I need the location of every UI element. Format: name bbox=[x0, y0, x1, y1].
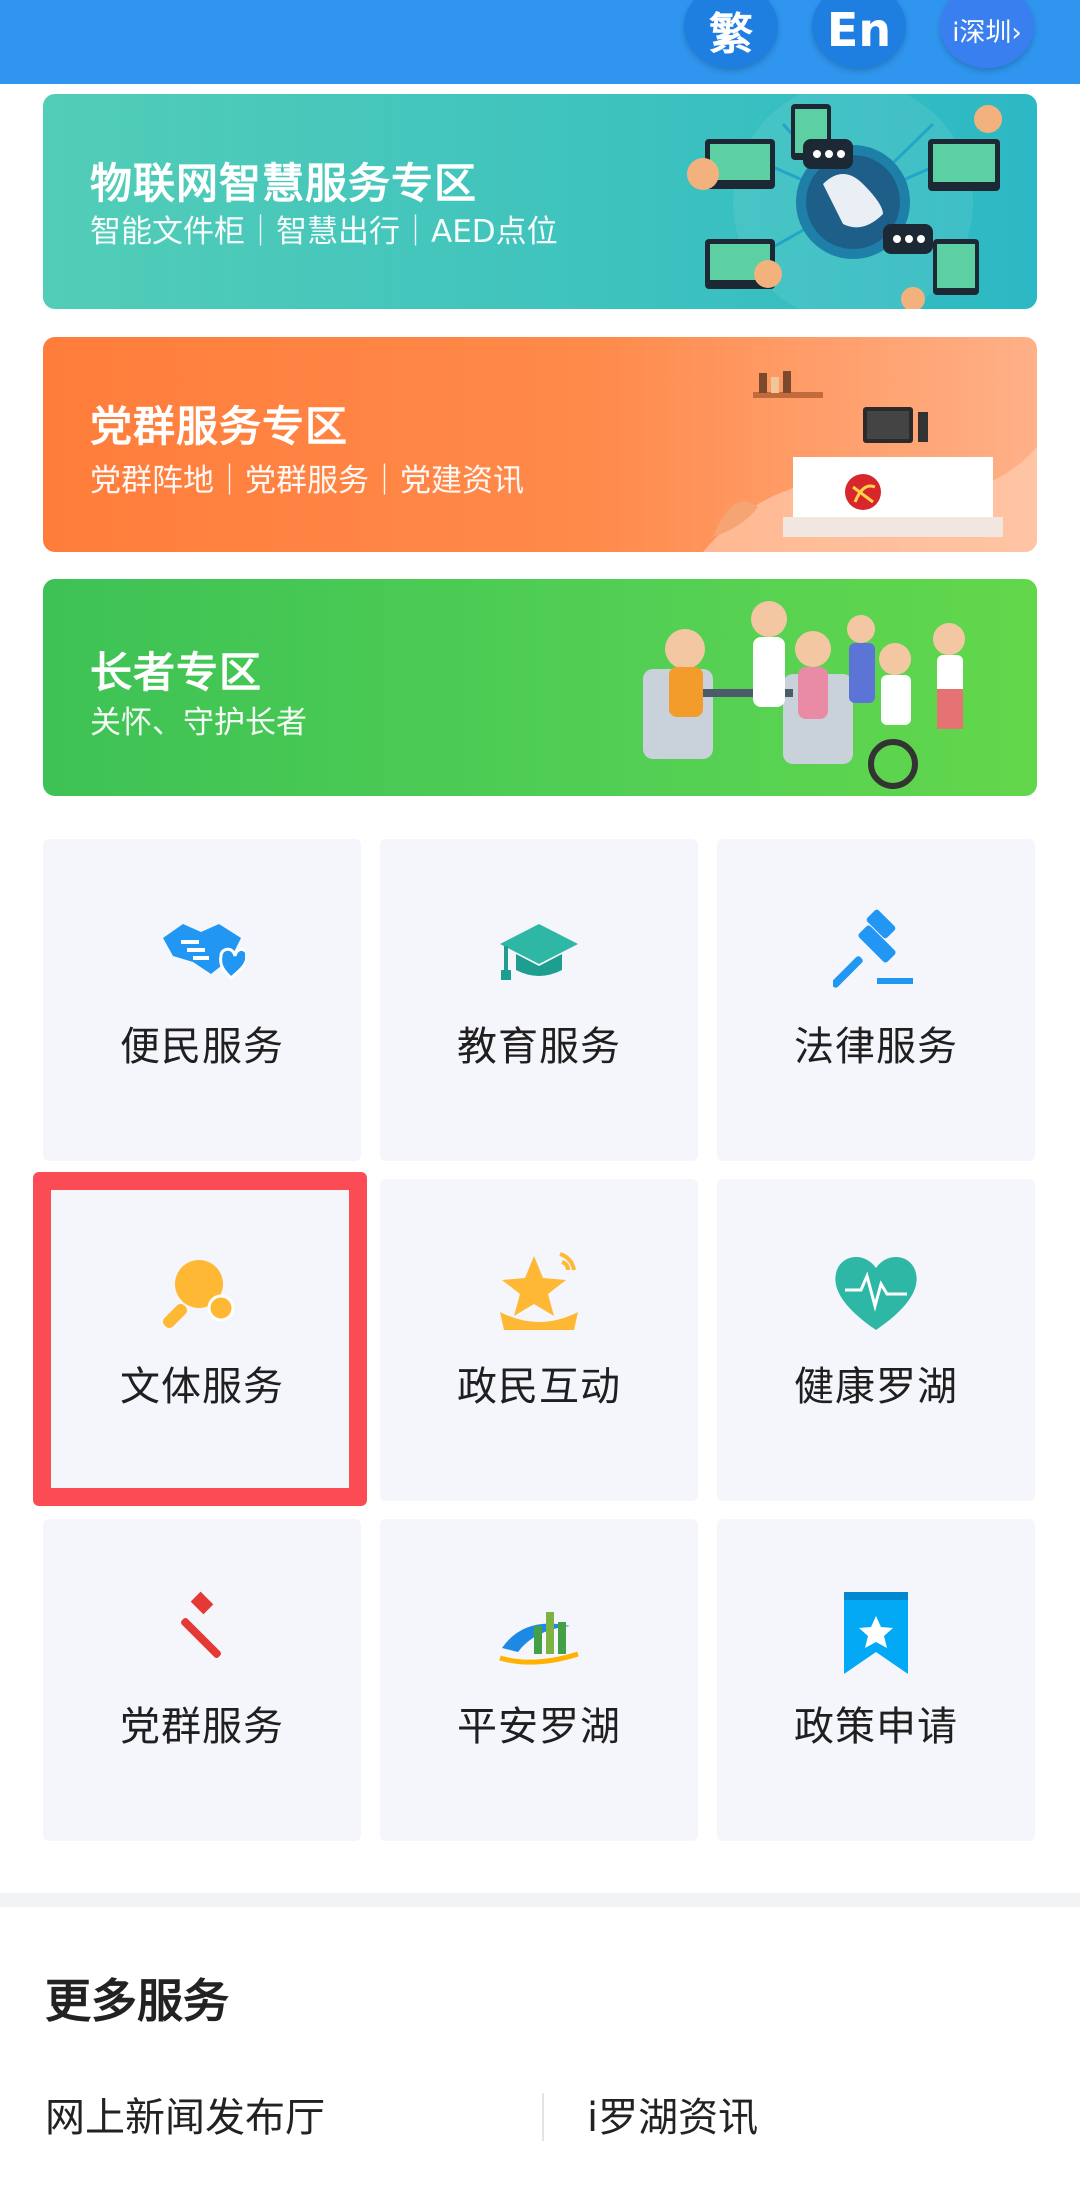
traditional-chinese-label: 繁 bbox=[709, 9, 753, 60]
gavel-icon bbox=[816, 891, 936, 1011]
english-label: En bbox=[826, 3, 892, 57]
service-tile-safety[interactable]: 平安罗湖 bbox=[380, 1519, 698, 1841]
service-tile-gov-interaction[interactable]: 政民互动 bbox=[380, 1179, 698, 1501]
banner-title: 党群服务专区 bbox=[90, 402, 349, 451]
top-header-bar: 繁 En i深圳› bbox=[0, 0, 1080, 84]
more-service-item-luohu-news[interactable]: i罗湖资讯 bbox=[587, 2085, 758, 2143]
service-label: 健康罗湖 bbox=[794, 1364, 958, 1410]
service-tile-legal[interactable]: 法律服务 bbox=[717, 839, 1035, 1161]
graduation-cap-icon bbox=[479, 891, 599, 1011]
hammer-sickle-icon bbox=[142, 1571, 262, 1691]
banner-title: 长者专区 bbox=[90, 648, 263, 697]
service-tile-education[interactable]: 教育服务 bbox=[380, 839, 698, 1161]
bookmark-star-icon bbox=[816, 1571, 936, 1691]
service-tile-health[interactable]: 健康罗湖 bbox=[717, 1179, 1035, 1501]
banner-subtitle: 智能文件柜｜智慧出行｜AED点位 bbox=[90, 214, 558, 250]
service-tile-party[interactable]: 党群服务 bbox=[43, 1519, 361, 1841]
banner-iot-services[interactable]: 物联网智慧服务专区 智能文件柜｜智慧出行｜AED点位 bbox=[43, 94, 1037, 309]
banner-party-services[interactable]: 党群服务专区 党群阵地｜党群服务｜党建资讯 bbox=[43, 337, 1037, 552]
service-label: 教育服务 bbox=[457, 1024, 621, 1070]
traditional-chinese-button[interactable]: 繁 bbox=[684, 0, 778, 68]
city-label: i深圳› bbox=[952, 17, 1022, 48]
network-illustration-icon bbox=[687, 94, 1002, 309]
service-tile-convenience[interactable]: 便民服务 bbox=[43, 839, 361, 1161]
more-services-separator bbox=[542, 2093, 544, 2141]
english-button[interactable]: En bbox=[812, 0, 906, 68]
handshake-heart-icon bbox=[142, 891, 262, 1011]
more-service-item-news-hall[interactable]: 网上新闻发布厅 bbox=[45, 2085, 325, 2143]
banner-title: 物联网智慧服务专区 bbox=[90, 159, 478, 208]
service-label: 法律服务 bbox=[794, 1024, 958, 1070]
banner-subtitle: 关怀、守护长者 bbox=[90, 705, 307, 741]
service-label: 政民互动 bbox=[457, 1364, 621, 1410]
section-divider bbox=[0, 1893, 1080, 1907]
service-label: 政策申请 bbox=[794, 1704, 958, 1750]
service-label: 党群服务 bbox=[120, 1704, 284, 1750]
service-tile-policy[interactable]: 政策申请 bbox=[717, 1519, 1035, 1841]
city-switch-button[interactable]: i深圳› bbox=[940, 0, 1034, 68]
elderly-care-illustration-icon bbox=[643, 601, 965, 789]
party-hall-illustration-icon bbox=[703, 371, 1037, 552]
service-label: 便民服务 bbox=[120, 1024, 284, 1070]
banner-elderly-services[interactable]: 长者专区 关怀、守护长者 bbox=[43, 579, 1037, 796]
service-label: 平安罗湖 bbox=[457, 1704, 621, 1750]
more-services-title: 更多服务 bbox=[45, 1974, 229, 2028]
banner-subtitle: 党群阵地｜党群服务｜党建资讯 bbox=[90, 463, 524, 499]
highlight-selection-box bbox=[33, 1172, 367, 1506]
star-icon bbox=[479, 1231, 599, 1351]
heart-pulse-icon bbox=[816, 1231, 936, 1351]
city-shield-icon bbox=[479, 1571, 599, 1691]
